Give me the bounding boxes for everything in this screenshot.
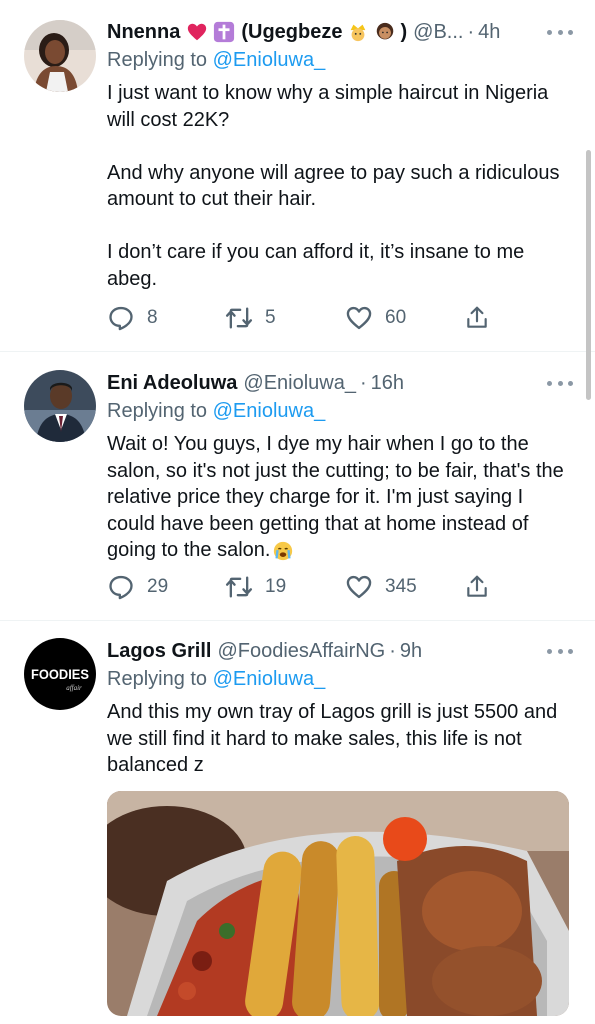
more-options-icon[interactable] [547,641,573,661]
like-button[interactable]: 345 [345,573,417,601]
replying-to: Replying to @Enioluwa_ [107,400,573,423]
reply-button[interactable]: 8 [107,304,158,332]
timestamp[interactable]: 16h [371,372,404,395]
tweet-header: Nnenna (Ugegbeze ) @B... · 4h [107,18,573,46]
replying-label: Replying to [107,668,208,690]
cross-icon [214,21,235,43]
replying-to: Replying to @Enioluwa_ [107,49,573,72]
tweet-actions: 29 19 345 [107,572,487,602]
handle[interactable]: @Enioluwa_ [243,372,356,395]
avatar[interactable] [24,20,96,92]
retweet-count: 5 [265,307,276,328]
crying-face-icon [274,541,293,560]
separator-dot: · [389,639,396,662]
avatar[interactable]: FOODIES affair [24,638,96,710]
separator-dot: · [359,371,367,394]
tweet-header: Eni Adeoluwa @Enioluwa_ · 16h [107,369,573,397]
avatar-logo-subtext: affair [66,684,82,692]
more-options-icon[interactable] [547,22,573,42]
retweet-icon [225,576,253,598]
timestamp[interactable]: 4h [478,21,500,44]
tweet-text-body: Wait o! You guys, I dye my hair when I g… [107,433,564,561]
like-button[interactable]: 60 [345,304,406,332]
reply-button[interactable]: 29 [107,573,168,601]
display-name-suffix: (Ugegbeze [241,20,343,43]
reply-icon [109,575,133,600]
share-button[interactable] [464,574,490,600]
heart-icon [346,306,372,330]
retweet-icon [225,307,253,329]
reply-count: 29 [147,576,169,597]
princess-icon [351,24,366,42]
share-button[interactable] [464,305,490,331]
reply-count: 8 [147,307,158,328]
display-name[interactable]: Lagos Grill [107,640,211,663]
replying-label: Replying to [107,400,208,422]
replying-to-handle[interactable]: @Enioluwa_ [213,400,326,422]
display-name-close: ) [400,20,408,43]
like-count: 60 [385,307,407,328]
scrollbar[interactable] [586,150,591,400]
retweet-button[interactable]: 19 [225,573,286,601]
retweet-button[interactable]: 5 [225,304,276,332]
like-count: 345 [385,576,417,597]
share-icon [467,575,487,597]
display-name[interactable]: Nnenna [107,21,180,44]
tweet-actions: 8 5 60 [107,303,487,333]
avatar[interactable] [24,370,96,442]
tweet-header: Lagos Grill @FoodiesAffairNG · 9h [107,637,573,665]
timestamp[interactable]: 9h [400,640,422,663]
avatar-logo-text: FOODIES [31,666,89,682]
display-name[interactable]: Eni Adeoluwa [107,372,237,395]
replying-to-handle[interactable]: @Enioluwa_ [213,668,326,690]
tweet-2[interactable]: Eni Adeoluwa @Enioluwa_ · 16h Replying t… [0,352,595,621]
reply-icon [109,306,133,331]
woman-icon [377,22,394,40]
replying-label: Replying to [107,49,208,71]
replying-to: Replying to @Enioluwa_ [107,668,573,691]
tweet-media-image[interactable] [107,791,569,1016]
heart-icon [346,575,372,599]
red-heart-icon [188,23,207,41]
tweet-text: I just want to know why a simple haircut… [107,82,560,290]
separator-dot: · [467,20,475,43]
tweet-text: Wait o! You guys, I dye my hair when I g… [107,431,573,564]
replying-to-handle[interactable]: @Enioluwa_ [213,49,326,71]
tweet-text: And this my own tray of Lagos grill is j… [107,701,558,776]
more-options-icon[interactable] [547,373,573,393]
handle[interactable]: @B... [413,21,463,44]
retweet-count: 19 [265,576,287,597]
share-icon [467,306,487,328]
handle[interactable]: @FoodiesAffairNG [217,640,385,663]
tweet-1[interactable]: Nnenna (Ugegbeze ) @B... · 4h Replying t… [0,0,595,352]
